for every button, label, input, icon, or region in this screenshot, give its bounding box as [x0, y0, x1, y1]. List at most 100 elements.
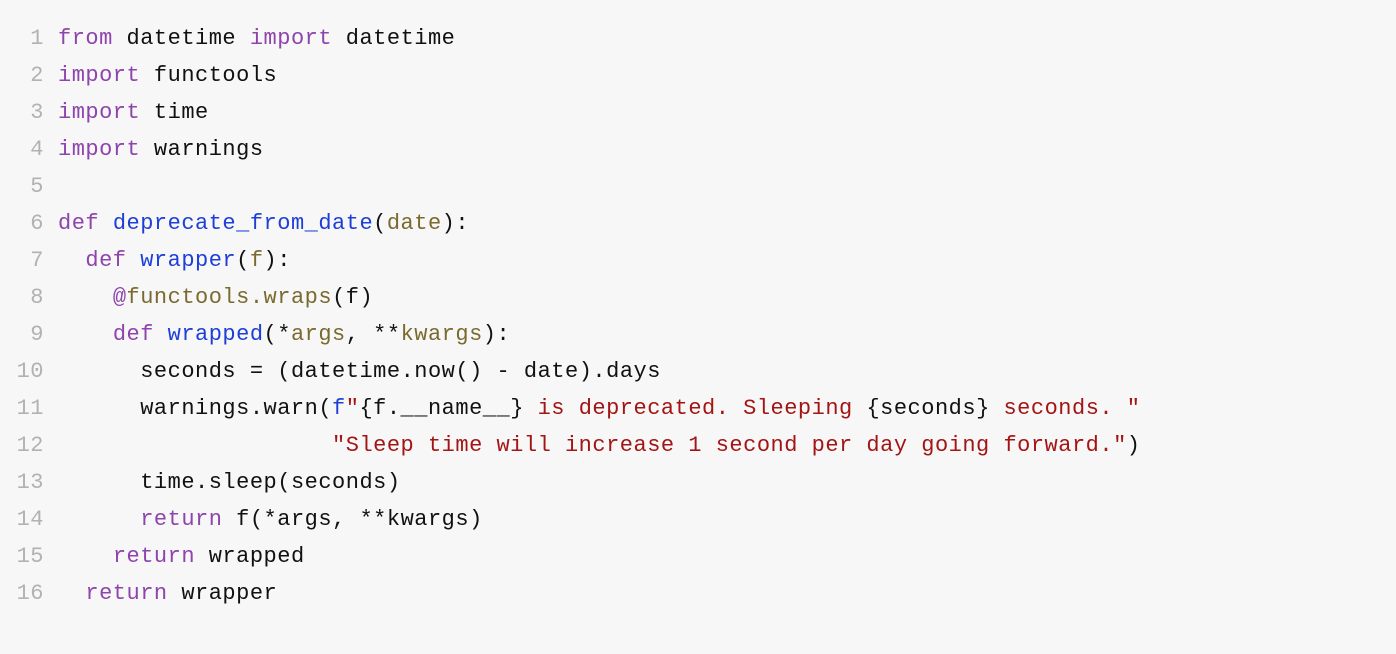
token-def: wrapper [140, 248, 236, 273]
code-line: 3import time [10, 94, 1386, 131]
token-kw: import [250, 26, 332, 51]
token-punc: ( [277, 359, 291, 384]
token-kw: import [58, 137, 140, 162]
code-line: 9 def wrapped(*args, **kwargs): [10, 316, 1386, 353]
token-punc: () [455, 359, 482, 384]
code-line: 1from datetime import datetime [10, 20, 1386, 57]
token-punc: * [277, 322, 291, 347]
token-id: datetime.now [291, 359, 455, 384]
token-str: "Sleep time will increase 1 second per d… [332, 433, 1127, 458]
code-content: def wrapper(f): [58, 242, 1386, 279]
token-id [483, 359, 497, 384]
token-punc: : [455, 211, 469, 236]
code-line: 15 return wrapped [10, 538, 1386, 575]
token-punc: ) [359, 285, 373, 310]
line-number: 8 [10, 279, 58, 316]
token-id: functools [140, 63, 277, 88]
line-number: 16 [10, 575, 58, 612]
token-punc: ( [277, 470, 291, 495]
line-number: 5 [10, 168, 58, 205]
token-str: is deprecated. Sleeping [524, 396, 867, 421]
token-punc: : [277, 248, 291, 273]
code-line: 11 warnings.warn(f"{f.__name__} is depre… [10, 390, 1386, 427]
code-line: 6def deprecate_from_date(date): [10, 205, 1386, 242]
token-id: f [222, 507, 249, 532]
token-punc: { [866, 396, 880, 421]
token-kw: from [58, 26, 113, 51]
line-number: 1 [10, 20, 58, 57]
code-content: return f(*args, **kwargs) [58, 501, 1386, 538]
code-line: 2import functools [10, 57, 1386, 94]
line-number: 9 [10, 316, 58, 353]
token-id [58, 433, 332, 458]
token-punc: ) [442, 211, 456, 236]
token-kw: def [113, 322, 154, 347]
token-fpre: f [332, 396, 346, 421]
token-punc: { [359, 396, 373, 421]
token-punc: ( [318, 396, 332, 421]
code-line: 5 [10, 168, 1386, 205]
token-punc: ( [264, 322, 278, 347]
token-id: datetime [332, 26, 455, 51]
line-number: 11 [10, 390, 58, 427]
line-number: 10 [10, 353, 58, 390]
code-line: 13 time.sleep(seconds) [10, 464, 1386, 501]
token-id: wrapped [195, 544, 305, 569]
token-id [58, 507, 140, 532]
token-id: time [140, 100, 209, 125]
token-punc: ( [373, 211, 387, 236]
code-content: import functools [58, 57, 1386, 94]
token-punc: * [264, 507, 278, 532]
code-content: return wrapped [58, 538, 1386, 575]
token-id: f.__name__ [373, 396, 510, 421]
token-id [58, 322, 113, 347]
token-id: warnings [140, 137, 263, 162]
token-punc: , [346, 322, 373, 347]
token-punc: ** [373, 322, 400, 347]
line-number: 4 [10, 131, 58, 168]
token-op: - [497, 359, 511, 384]
token-id: datetime [113, 26, 250, 51]
code-line: 16 return wrapper [10, 575, 1386, 612]
token-id [99, 211, 113, 236]
token-punc: ( [250, 507, 264, 532]
token-at: @ [113, 285, 127, 310]
code-line: 14 return f(*args, **kwargs) [10, 501, 1386, 538]
token-id: args [277, 507, 332, 532]
token-kw: import [58, 100, 140, 125]
line-number: 12 [10, 427, 58, 464]
token-str: " [346, 396, 360, 421]
token-id [58, 544, 113, 569]
token-id: seconds [58, 359, 250, 384]
line-number: 15 [10, 538, 58, 575]
token-kw: def [85, 248, 126, 273]
code-line: 10 seconds = (datetime.now() - date).day… [10, 353, 1386, 390]
token-id [127, 248, 141, 273]
token-id [58, 285, 113, 310]
code-content: "Sleep time will increase 1 second per d… [58, 427, 1386, 464]
code-content: from datetime import datetime [58, 20, 1386, 57]
token-param: date [387, 211, 442, 236]
token-punc: ( [236, 248, 250, 273]
token-id: seconds [880, 396, 976, 421]
code-content: import warnings [58, 131, 1386, 168]
token-id: kwargs [387, 507, 469, 532]
code-content: return wrapper [58, 575, 1386, 612]
token-kw: return [140, 507, 222, 532]
token-param: args [291, 322, 346, 347]
code-block: 1from datetime import datetime2import fu… [0, 0, 1396, 632]
token-kw: return [85, 581, 167, 606]
token-punc: ( [332, 285, 346, 310]
token-dec: functools.wraps [127, 285, 333, 310]
token-id [58, 581, 85, 606]
code-content: @functools.wraps(f) [58, 279, 1386, 316]
token-id: time.sleep [58, 470, 277, 495]
token-punc: ) [387, 470, 401, 495]
token-kw: import [58, 63, 140, 88]
token-id [264, 359, 278, 384]
line-number: 6 [10, 205, 58, 242]
line-number: 3 [10, 94, 58, 131]
token-id [58, 248, 85, 273]
code-content: def wrapped(*args, **kwargs): [58, 316, 1386, 353]
token-punc: , [332, 507, 359, 532]
